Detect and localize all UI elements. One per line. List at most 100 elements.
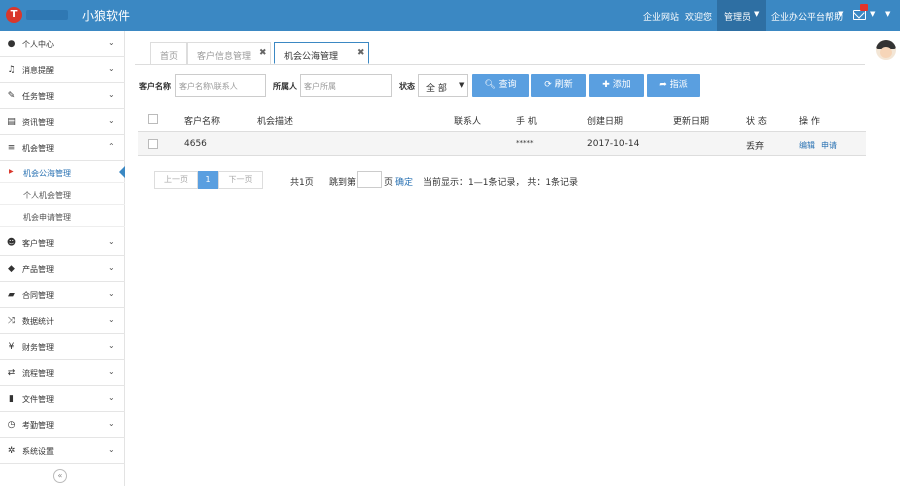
edit-link[interactable]: 编辑 [799, 140, 815, 151]
sidebar-item-products[interactable]: ◆ 产品管理 ⌄ [0, 256, 125, 282]
chevron-down-icon: ▼ [459, 81, 465, 89]
chevron-down-icon: ⌄ [108, 315, 115, 324]
chevron-down-icon: ⌄ [108, 38, 115, 47]
sidebar-item-opportunity[interactable]: ≡ 机会管理 ⌃ [0, 135, 125, 161]
chevron-down-icon: ▼ [754, 10, 760, 18]
sidebar-item-news[interactable]: ▤ 资讯管理 ⌄ [0, 109, 125, 135]
tab-label: 首页 [160, 52, 179, 62]
sidebar-item-label: 个人中心 [22, 40, 54, 49]
chevron-down-icon: ⌄ [108, 289, 115, 298]
column-header-created: 创建日期 [587, 117, 624, 127]
tab-public-pool[interactable]: 机会公海管理 ✖ [274, 42, 369, 64]
sidebar-subitem-personal-opportunity[interactable]: 个人机会管理 [0, 183, 125, 205]
dropbox-icon: ◆ [8, 264, 15, 274]
sidebar-item-label: 产品管理 [22, 265, 54, 274]
select-all-checkbox[interactable] [148, 114, 158, 124]
top-navbar: T 小狼软件 企业网站 欢迎您 管理员 ▼ 企业办公平台帮助 ▼ ▼ ▼ [0, 0, 900, 31]
column-header-contact: 联系人 [454, 117, 482, 127]
sidebar-item-label: 财务管理 [22, 343, 54, 352]
sidebar-item-tasks[interactable]: ✎ 任务管理 ⌄ [0, 83, 125, 109]
refresh-button[interactable]: ⟳ 刷新 [531, 74, 586, 97]
confirm-page-link[interactable]: 确定 [395, 175, 413, 188]
sidebar-item-workflow[interactable]: ⇄ 流程管理 ⌄ [0, 360, 125, 386]
tab-customer-info[interactable]: 客户信息管理 ✖ [187, 42, 271, 64]
cell-status: 丢弃 [746, 142, 765, 152]
random-icon: ⤨ [7, 316, 16, 326]
sidebar-item-finance[interactable]: ¥ 财务管理 ⌄ [0, 334, 125, 360]
column-header-actions: 操 作 [799, 117, 820, 127]
brand-title: 小狼软件 [82, 9, 131, 23]
sidebar-item-attendance[interactable]: ◷ 考勤管理 ⌄ [0, 412, 125, 438]
close-icon[interactable]: ✖ [357, 48, 365, 58]
add-button-label: 添加 [612, 80, 631, 90]
owner-input[interactable]: 客户所属 [300, 74, 392, 97]
status-select[interactable]: 全 部 ▼ [418, 74, 468, 97]
refresh-button-label: 刷新 [554, 80, 573, 90]
notification-badge [860, 4, 868, 11]
tab-divider [135, 64, 865, 65]
sidebar-item-customers[interactable]: ☻ 客户管理 ⌄ [0, 230, 125, 256]
search-button[interactable]: 🔍︎ 查询 [472, 74, 529, 97]
sidebar-item-messages[interactable]: ♫ 消息提醒 ⌄ [0, 57, 125, 83]
cell-created-date: 2017-10-14 [587, 139, 640, 149]
search-icon: 🔍︎ [484, 80, 496, 90]
prev-page-button[interactable]: 上一页 [154, 171, 198, 189]
customer-name-label: 客户名称 [139, 82, 171, 91]
avatar[interactable] [876, 40, 896, 60]
page-1-button[interactable]: 1 [198, 171, 218, 189]
column-header-updated: 更新日期 [673, 117, 710, 127]
sidebar-subitem-label: 机会申请管理 [23, 213, 71, 222]
company-site-link[interactable]: 企业网站 [643, 10, 679, 23]
customer-search-input[interactable]: 客户名称\联系人 [175, 74, 266, 97]
status-label: 状态 [399, 82, 415, 91]
sidebar-subitem-public-pool[interactable]: ▶ 机会公海管理 [0, 161, 125, 183]
sidebar-item-label: 消息提醒 [22, 66, 54, 75]
help-menu[interactable]: 企业办公平台帮助 [771, 10, 843, 23]
next-page-button[interactable]: 下一页 [218, 171, 263, 189]
tab-label: 客户信息管理 [197, 52, 252, 62]
sidebar-item-label: 任务管理 [22, 92, 54, 101]
sidebar-item-settings[interactable]: ✲ 系统设置 ⌄ [0, 438, 125, 464]
add-button[interactable]: ✚ 添加 [589, 74, 644, 97]
sidebar-item-label: 系统设置 [22, 447, 54, 456]
apply-link[interactable]: 申请 [821, 140, 837, 151]
sidebar-subitem-opportunity-request[interactable]: 机会申请管理 [0, 205, 125, 227]
sidebar-item-label: 合同管理 [22, 291, 54, 300]
sidebar-item-label: 机会管理 [22, 144, 54, 153]
total-pages-text: 共1页 [290, 178, 314, 188]
sidebar-item-label: 考勤管理 [22, 421, 54, 430]
owner-label: 所属人 [273, 82, 297, 91]
chevron-down-icon: ⌄ [108, 237, 115, 246]
plus-icon: ✚ [602, 80, 610, 90]
edit-icon: ✎ [7, 91, 16, 101]
sidebar-item-personal[interactable]: ● 个人中心 ⌄ [0, 31, 125, 57]
page-number-input[interactable] [357, 171, 382, 188]
sidebar-item-statistics[interactable]: ⤨ 数据统计 ⌄ [0, 308, 125, 334]
chevron-down-icon: ⌄ [108, 419, 115, 428]
admin-menu[interactable]: 管理员 ▼ [717, 0, 766, 31]
clock-icon: ◷ [7, 420, 16, 430]
sidebar-item-label: 文件管理 [22, 395, 54, 404]
sidebar-item-files[interactable]: ▮ 文件管理 ⌄ [0, 386, 125, 412]
assign-button-label: 指派 [669, 80, 688, 90]
chevron-down-icon: ⌄ [108, 341, 115, 350]
mail-icon[interactable] [853, 10, 866, 20]
welcome-text: 欢迎您 [685, 13, 713, 23]
status-select-value: 全 部 [426, 84, 447, 94]
tab-home[interactable]: 首页 [150, 42, 187, 64]
user-icon: ● [7, 39, 16, 49]
close-icon[interactable]: ✖ [259, 48, 267, 58]
sidebar-item-contracts[interactable]: ▰ 合同管理 ⌄ [0, 282, 125, 308]
assign-button[interactable]: ➦ 指派 [647, 74, 700, 97]
chevron-down-icon[interactable]: ▼ [885, 10, 890, 18]
row-checkbox[interactable] [148, 139, 158, 149]
yen-icon: ¥ [8, 342, 15, 352]
chevron-up-icon: ⌃ [108, 142, 115, 151]
sidebar-item-label: 数据统计 [22, 317, 54, 326]
active-indicator [119, 166, 125, 178]
chevron-down-icon: ⌄ [108, 445, 115, 454]
refresh-icon: ⟳ [544, 80, 552, 90]
sidebar-subitem-label: 个人机会管理 [23, 191, 71, 200]
chevron-down-icon: ⌄ [108, 263, 115, 272]
sidebar-collapse-button[interactable]: « [53, 469, 67, 483]
